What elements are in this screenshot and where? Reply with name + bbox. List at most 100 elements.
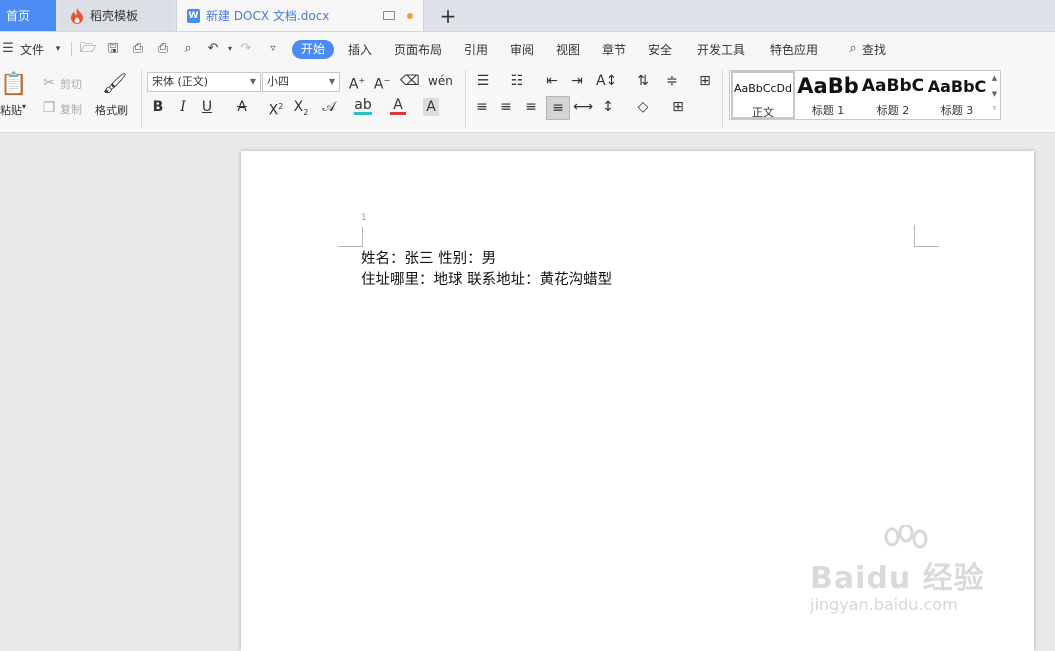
paragraph-spacing-icon[interactable]: ↕	[599, 98, 617, 116]
align-left-icon[interactable]: ≡	[474, 98, 490, 116]
open-folder-icon[interactable]: 🗁	[80, 41, 96, 57]
menu-page-layout[interactable]: 页面布局	[394, 41, 442, 59]
tab-templates-label: 稻壳模板	[90, 9, 139, 23]
scissors-icon[interactable]: ✂	[41, 74, 57, 92]
style-gallery-scroll[interactable]: ▲ ▼ ▿	[988, 70, 1001, 120]
decrease-indent-icon[interactable]: ⇤	[543, 72, 561, 90]
style-heading-2[interactable]: AaBbC 标题 2	[861, 71, 925, 119]
chevron-down-icon: ▼	[328, 77, 335, 86]
strikethrough-icon[interactable]: A	[233, 98, 251, 116]
document-line[interactable]: 住址哪里：地球 联系地址：黄花沟蜡型	[361, 268, 612, 289]
grow-font-icon[interactable]: A+	[348, 72, 366, 94]
text-effect-icon[interactable]: 𝒜	[320, 98, 338, 116]
style-heading-3[interactable]: AaBbC 标题 3	[926, 71, 988, 119]
search-icon[interactable]: ⌕	[845, 41, 861, 57]
font-size-value: 小四	[267, 75, 289, 88]
font-size-select[interactable]: 小四 ▼	[262, 72, 340, 92]
borders-icon[interactable]: ⊞	[669, 98, 687, 116]
menu-special[interactable]: 特色应用	[770, 41, 818, 59]
style-name: 标题 2	[876, 104, 910, 117]
undo-icon[interactable]: ↶	[205, 41, 221, 57]
tab-document-label: 新建 DOCX 文档.docx	[206, 9, 330, 23]
menu-view[interactable]: 视图	[556, 41, 580, 59]
menu-developer[interactable]: 开发工具	[697, 41, 745, 59]
menu-security[interactable]: 安全	[648, 41, 672, 59]
clear-format-icon[interactable]: ⌫	[400, 72, 420, 90]
format-painter-label[interactable]: 格式刷	[95, 102, 128, 118]
menu-chapter[interactable]: 章节	[602, 41, 626, 59]
copy-icon[interactable]: ❐	[41, 99, 57, 117]
crop-mark-top-right	[914, 225, 939, 247]
print-icon[interactable]: ⎙	[155, 41, 171, 57]
separator	[722, 70, 723, 128]
align-right-icon[interactable]: ≡	[523, 98, 539, 116]
paste-icon[interactable]: 📋	[0, 72, 27, 98]
align-center-icon[interactable]: ≡	[498, 98, 514, 116]
menu-insert[interactable]: 插入	[348, 41, 372, 59]
undo-dropdown-icon[interactable]: ▾	[222, 41, 238, 57]
numbered-list-icon[interactable]: ☷	[508, 72, 526, 90]
baidu-watermark: Baidu 经验 jingyan.baidu.com	[806, 525, 1006, 620]
shrink-font-icon[interactable]: A−	[373, 72, 391, 94]
monitor-icon[interactable]	[383, 11, 395, 20]
distributed-icon[interactable]: ⟷	[573, 98, 593, 116]
menu-file[interactable]: 文件	[20, 41, 44, 59]
style-name: 标题 3	[940, 104, 974, 117]
shading-icon[interactable]: ◇	[634, 98, 652, 116]
export-pdf-icon[interactable]: ⎙	[130, 41, 146, 57]
document-line[interactable]: 姓名：张三 性别：男	[361, 247, 496, 268]
table-borders-icon[interactable]: ⊞	[696, 72, 714, 90]
docer-flame-icon	[71, 7, 83, 24]
customize-toolbar-icon[interactable]: ▿	[265, 41, 281, 57]
justify-icon[interactable]: ≡	[546, 96, 570, 120]
italic-icon[interactable]: I	[175, 98, 191, 116]
font-name-select[interactable]: 宋体 (正文) ▼	[147, 72, 261, 92]
superscript-icon[interactable]: X2	[267, 98, 285, 120]
tab-document[interactable]: W 新建 DOCX 文档.docx	[176, 0, 424, 31]
chevron-down-icon[interactable]: ▾	[50, 41, 66, 57]
char-shading-icon[interactable]: A	[423, 98, 439, 116]
crop-mark-top-left	[338, 227, 363, 247]
sort-icon[interactable]: ⇅	[634, 72, 652, 90]
save-icon[interactable]: 🖫	[105, 41, 121, 57]
menu-references[interactable]: 引用	[464, 41, 488, 59]
highlight-icon[interactable]: ab	[354, 96, 372, 115]
style-preview: AaBb	[797, 74, 859, 98]
paste-label[interactable]: 粘贴	[0, 102, 22, 118]
style-name: 标题 1	[811, 104, 845, 117]
tab-home[interactable]: 首页	[0, 0, 56, 31]
subscript-icon[interactable]: X2	[292, 98, 310, 122]
expand-icon[interactable]: ▿	[988, 102, 1001, 114]
line-number: 1	[361, 213, 367, 223]
copy-label[interactable]: 复制	[60, 101, 82, 117]
menu-home[interactable]: 开始	[292, 40, 335, 59]
menu-review[interactable]: 审阅	[510, 41, 534, 59]
separator	[141, 70, 142, 128]
font-color-icon[interactable]: A	[390, 96, 406, 115]
format-painter-icon[interactable]: 🖌	[102, 72, 127, 94]
style-heading-1[interactable]: AaBb 标题 1	[796, 71, 860, 119]
print-preview-icon[interactable]: ⌕	[180, 41, 196, 57]
scroll-up-icon[interactable]: ▲	[988, 70, 1001, 86]
hamburger-icon[interactable]: ☰	[0, 41, 16, 57]
text-direction-icon[interactable]: A↕	[596, 72, 617, 90]
style-preview: AaBbCcDd	[734, 82, 792, 95]
scroll-down-icon[interactable]: ▼	[988, 86, 1001, 102]
line-spacing-icon[interactable]: ≑	[663, 72, 681, 90]
unsaved-dot-icon	[407, 13, 413, 19]
menu-search[interactable]: 查找	[862, 41, 886, 59]
bullet-list-icon[interactable]: ☰	[474, 72, 492, 90]
tab-templates[interactable]: 稻壳模板	[58, 0, 174, 31]
bold-icon[interactable]: B	[150, 98, 166, 116]
tab-home-label: 首页	[6, 9, 31, 23]
separator	[71, 42, 72, 56]
cut-label[interactable]: 剪切	[60, 76, 82, 92]
new-tab-button[interactable]: +	[436, 0, 460, 31]
phonetic-guide-icon[interactable]: wén	[428, 72, 453, 90]
watermark-sub: jingyan.baidu.com	[810, 595, 958, 614]
underline-icon[interactable]: U	[199, 98, 215, 116]
redo-icon[interactable]: ↷	[238, 41, 254, 57]
paste-dropdown-icon[interactable]: ▾	[22, 102, 26, 111]
style-normal[interactable]: AaBbCcDd 正文	[731, 71, 795, 119]
increase-indent-icon[interactable]: ⇥	[568, 72, 586, 90]
